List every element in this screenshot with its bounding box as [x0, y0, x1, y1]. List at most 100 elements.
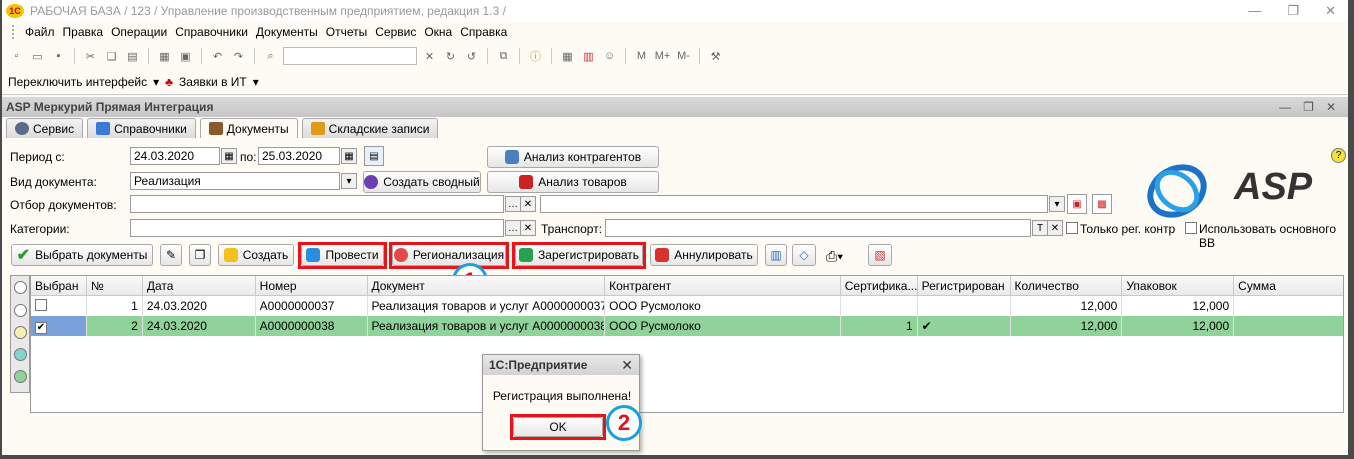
menu-operations[interactable]: Операции — [111, 25, 167, 39]
undo-icon[interactable]: ↶ — [209, 48, 226, 65]
period-select-icon[interactable]: ▤ — [364, 146, 384, 166]
users-icon[interactable]: ☺ — [601, 48, 618, 65]
delete-button[interactable]: ▥ — [765, 244, 787, 266]
transport-input[interactable] — [605, 219, 1031, 237]
col-certificates[interactable]: Сертифика... — [840, 276, 918, 296]
row-checkbox-checked[interactable]: ✔ — [35, 322, 47, 334]
copy-icon[interactable]: ❏ — [103, 48, 120, 65]
clear-search-icon[interactable]: ✕ — [421, 48, 438, 65]
dropdown-arrow-icon[interactable]: ▾ — [153, 75, 159, 89]
row-checkbox[interactable] — [35, 299, 47, 311]
maximize-icon[interactable]: ❐ — [1287, 3, 1299, 19]
new-icon[interactable]: ▫ — [8, 48, 25, 65]
switch-interface-button[interactable]: Переключить интерфейс — [8, 75, 147, 89]
save-icon[interactable]: ▪ — [50, 48, 67, 65]
cut-icon[interactable]: ✂ — [82, 48, 99, 65]
it-requests-button[interactable]: Заявки в ИТ — [179, 75, 247, 89]
analyze-goods-button[interactable]: Анализ товаров — [487, 171, 659, 193]
clear-icon[interactable]: ✕ — [1047, 220, 1063, 236]
menu-windows[interactable]: Окна — [424, 25, 452, 39]
calendar-to-icon[interactable]: ▦ — [341, 148, 357, 164]
print-icon[interactable]: ▦ — [156, 48, 173, 65]
create-button[interactable]: Создать — [218, 244, 294, 266]
copy-selection-button[interactable]: ❐ — [189, 244, 211, 266]
col-counterparty[interactable]: Контрагент — [605, 276, 841, 296]
marker-radio[interactable] — [14, 304, 27, 317]
memory-mminus-button[interactable]: M- — [675, 48, 692, 65]
chevron-down-icon[interactable]: ▾ — [1049, 196, 1065, 212]
child-restore-icon[interactable]: ❐ — [1303, 100, 1314, 114]
minimize-icon[interactable]: — — [1248, 3, 1261, 19]
marker-radio-cyan[interactable] — [14, 348, 27, 361]
marker-radio-yellow[interactable] — [14, 326, 27, 339]
eraser-button[interactable]: ◇ — [792, 244, 816, 266]
table-row-selected[interactable]: ✔ 2 24.03.2020 A0000000038 Реализация то… — [31, 316, 1343, 336]
marker-radio-selected[interactable] — [14, 281, 27, 294]
cancel-documents-button[interactable]: Аннулировать — [650, 244, 758, 266]
analyze-counterparties-button[interactable]: Анализ контрагентов — [487, 146, 659, 168]
open-icon[interactable]: ▭ — [29, 48, 46, 65]
period-from-input[interactable]: 24.03.2020 — [130, 147, 220, 165]
clear-icon[interactable]: ✕ — [520, 196, 536, 212]
doc-type-select[interactable]: Реализация — [130, 172, 340, 190]
col-document[interactable]: Документ — [367, 276, 606, 296]
type-select-icon[interactable]: T — [1032, 220, 1048, 236]
menu-help[interactable]: Справка — [460, 25, 507, 39]
select-documents-button[interactable]: ✔ Выбрать документы — [11, 244, 153, 266]
col-number[interactable]: № — [86, 276, 143, 296]
paste-icon[interactable]: ▤ — [124, 48, 141, 65]
chevron-down-icon[interactable]: ▾ — [341, 173, 357, 189]
dialog-close-icon[interactable]: ✕ — [621, 357, 639, 374]
col-packs[interactable]: Упаковок — [1122, 276, 1235, 296]
tab-catalogs[interactable]: Справочники — [87, 118, 196, 138]
col-selected[interactable]: Выбран — [31, 276, 87, 296]
doc-filter-input[interactable] — [130, 195, 504, 213]
select-ellipsis-icon[interactable]: … — [505, 220, 521, 236]
windows-icon[interactable]: ⧉ — [495, 48, 512, 65]
tab-documents[interactable]: Документы — [199, 118, 298, 138]
col-doc-number[interactable]: Номер — [255, 276, 368, 296]
calendar-icon[interactable]: ▥ — [580, 48, 597, 65]
col-registered[interactable]: Регистрирован — [917, 276, 1011, 296]
export-button[interactable]: ▧ — [868, 244, 892, 266]
redo-icon[interactable]: ↷ — [230, 48, 247, 65]
use-main-vet-checkbox[interactable] — [1185, 222, 1197, 234]
tab-service[interactable]: Сервис — [6, 118, 84, 138]
memory-mplus-button[interactable]: M+ — [654, 48, 671, 65]
calendar-from-icon[interactable]: ▦ — [221, 148, 237, 164]
info-icon[interactable]: ⓘ — [527, 48, 544, 65]
menu-documents[interactable]: Документы — [256, 25, 318, 39]
categories-input[interactable] — [130, 219, 504, 237]
delete-filter-icon[interactable]: ▩ — [1092, 194, 1112, 214]
print-icon[interactable]: ⎙▾ — [826, 248, 843, 265]
dropdown-arrow-icon[interactable]: ▾ — [253, 75, 259, 89]
find-next-icon[interactable]: ↻ — [442, 48, 459, 65]
edit-selection-button[interactable]: ✎ — [160, 244, 182, 266]
search-icon[interactable]: ⌕ — [262, 48, 279, 65]
preview-icon[interactable]: ▣ — [177, 48, 194, 65]
menu-reports[interactable]: Отчеты — [326, 25, 367, 39]
menu-file[interactable]: Файл — [25, 25, 55, 39]
select-ellipsis-icon[interactable]: … — [505, 196, 521, 212]
help-icon[interactable]: ? — [1331, 148, 1346, 163]
only-reg-checkbox[interactable] — [1066, 222, 1078, 234]
close-icon[interactable]: ✕ — [1325, 3, 1336, 19]
memory-m-button[interactable]: M — [633, 48, 650, 65]
doc-filter-secondary-input[interactable] — [540, 195, 1048, 213]
clear-icon[interactable]: ✕ — [520, 220, 536, 236]
search-input[interactable] — [283, 47, 417, 65]
menu-catalogs[interactable]: Справочники — [175, 25, 248, 39]
tools-icon[interactable]: ⚒ — [707, 48, 724, 65]
save-filter-icon[interactable]: ▣ — [1067, 194, 1087, 214]
create-summary-button[interactable]: Создать сводный — [363, 171, 481, 193]
marker-radio-green[interactable] — [14, 370, 27, 383]
tab-warehouse-records[interactable]: Складские записи — [301, 118, 439, 138]
period-to-input[interactable]: 25.03.2020 — [258, 147, 340, 165]
menu-service[interactable]: Сервис — [375, 25, 416, 39]
col-quantity[interactable]: Количество — [1010, 276, 1123, 296]
child-close-icon[interactable]: ✕ — [1326, 100, 1336, 114]
find-prev-icon[interactable]: ↺ — [463, 48, 480, 65]
col-date[interactable]: Дата — [142, 276, 256, 296]
calculator-icon[interactable]: ▦ — [559, 48, 576, 65]
table-row[interactable]: 1 24.03.2020 A0000000037 Реализация това… — [31, 296, 1343, 316]
